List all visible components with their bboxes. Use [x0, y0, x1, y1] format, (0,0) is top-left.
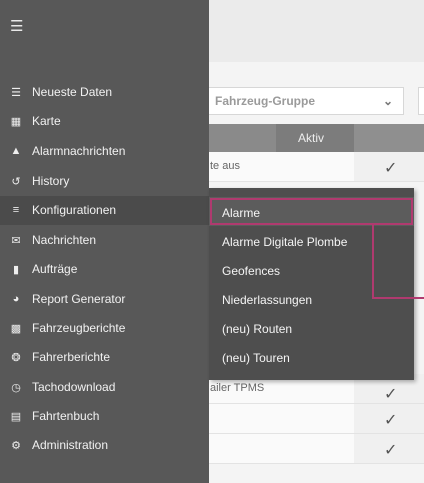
sidebar-item-alarmnachrichten[interactable]: ▲ Alarmnachrichten: [0, 137, 209, 166]
submenu-item-alarme-digitale-plombe[interactable]: Alarme Digitale Plombe: [209, 226, 414, 255]
sidebar-item-auftraege[interactable]: ▮ Aufträge: [0, 255, 209, 284]
submenu-item-label: Niederlassungen: [222, 293, 313, 307]
row-text: te aus: [210, 160, 240, 172]
submenu-item-label: Alarme: [222, 206, 261, 220]
sidebar-item-label: Karte: [32, 114, 61, 128]
table-row[interactable]: ✓: [208, 404, 424, 434]
sidebar-item-konfigurationen[interactable]: ≡ Konfigurationen: [0, 196, 209, 225]
hamburger-icon[interactable]: ☰: [10, 19, 23, 34]
mail-icon: ✉: [11, 235, 21, 247]
column-header-aktiv[interactable]: Aktiv: [276, 124, 354, 152]
submenu-item-neu-routen[interactable]: (neu) Routen: [209, 313, 414, 342]
submenu-item-geofences[interactable]: Geofences: [209, 255, 414, 284]
sidebar-item-administration[interactable]: ⚙ Administration: [0, 431, 209, 460]
annotation-line: [372, 297, 424, 299]
list-icon: ☰: [11, 87, 21, 99]
submenu-item-label: (neu) Routen: [222, 322, 293, 336]
submenu-item-neu-touren[interactable]: (neu) Touren: [209, 342, 414, 371]
sidebar-item-label: Nachrichten: [32, 233, 97, 247]
steering-wheel-icon: ❂: [11, 352, 21, 364]
sidebar-item-label: Tachodownload: [32, 380, 116, 394]
check-icon: ✓: [384, 442, 398, 459]
sidebar-item-history[interactable]: ↺ History: [0, 167, 209, 196]
sidebar-item-fahrerberichte[interactable]: ❂ Fahrerberichte: [0, 343, 209, 372]
konfigurationen-submenu: Alarme Alarme Digitale Plombe Geofences …: [209, 188, 414, 380]
sidebar-item-report-generator[interactable]: ◕ Report Generator: [0, 285, 209, 314]
column-header-next: [354, 124, 424, 152]
sidebar-item-tachodownload[interactable]: ◷ Tachodownload: [0, 373, 209, 402]
sliders-icon: ≡: [12, 204, 20, 216]
sidebar-item-fahrtenbuch[interactable]: ▤ Fahrtenbuch: [0, 402, 209, 431]
sidebar-item-label: Fahrzeugberichte: [32, 321, 126, 335]
submenu-item-label: Alarme Digitale Plombe: [222, 235, 348, 249]
sidebar-item-label: Report Generator: [32, 292, 126, 306]
sidebar-item-label: Konfigurationen: [32, 203, 117, 217]
sidebar-item-label: Fahrtenbuch: [32, 409, 100, 423]
table-row[interactable]: ✓: [208, 434, 424, 464]
submenu-item-alarme[interactable]: Alarme: [209, 197, 414, 226]
sidebar-item-label: History: [32, 174, 70, 188]
sidebar: ☰ ☰ Neueste Daten ▦ Karte ▲ Alarmnachric…: [0, 0, 209, 483]
sidebar-item-label: Neueste Daten: [32, 85, 113, 99]
sidebar-item-karte[interactable]: ▦ Karte: [0, 107, 209, 136]
sidebar-item-fahrzeugberichte[interactable]: ▩ Fahrzeugberichte: [0, 314, 209, 343]
sidebar-item-label: Alarmnachrichten: [32, 144, 126, 158]
warning-icon: ▲: [10, 145, 22, 157]
pie-chart-icon: ◕: [12, 293, 20, 305]
truck-icon: ▩: [10, 323, 22, 335]
table-header: Aktiv: [208, 124, 424, 152]
check-icon: ✓: [384, 386, 398, 403]
map-icon: ▦: [10, 116, 22, 128]
sidebar-item-label: Administration: [32, 438, 109, 452]
tacho-icon: ◷: [11, 382, 21, 394]
history-icon: ↺: [11, 176, 21, 188]
book-icon: ▤: [10, 411, 22, 423]
annotation-line: [372, 225, 374, 298]
row-text: ailer TPMS: [210, 382, 265, 394]
document-icon: ▮: [12, 264, 20, 276]
check-icon: ✓: [384, 160, 398, 177]
gear-icon: ⚙: [11, 440, 21, 452]
vehicle-group-select[interactable]: Fahrzeug-Gruppe ⌄: [208, 87, 404, 115]
sidebar-item-nachrichten[interactable]: ✉ Nachrichten: [0, 226, 209, 255]
table-row[interactable]: te aus ✓: [208, 152, 424, 182]
second-filter-select[interactable]: [418, 87, 424, 115]
submenu-item-label: Geofences: [222, 264, 281, 278]
submenu-item-label: (neu) Touren: [222, 351, 290, 365]
vehicle-group-placeholder: Fahrzeug-Gruppe: [215, 94, 316, 108]
check-icon: ✓: [384, 412, 398, 429]
chevron-down-icon: ⌄: [382, 94, 393, 108]
sidebar-item-neueste-daten[interactable]: ☰ Neueste Daten: [0, 78, 209, 107]
sidebar-item-label: Fahrerberichte: [32, 350, 111, 364]
sidebar-item-label: Aufträge: [32, 262, 78, 276]
